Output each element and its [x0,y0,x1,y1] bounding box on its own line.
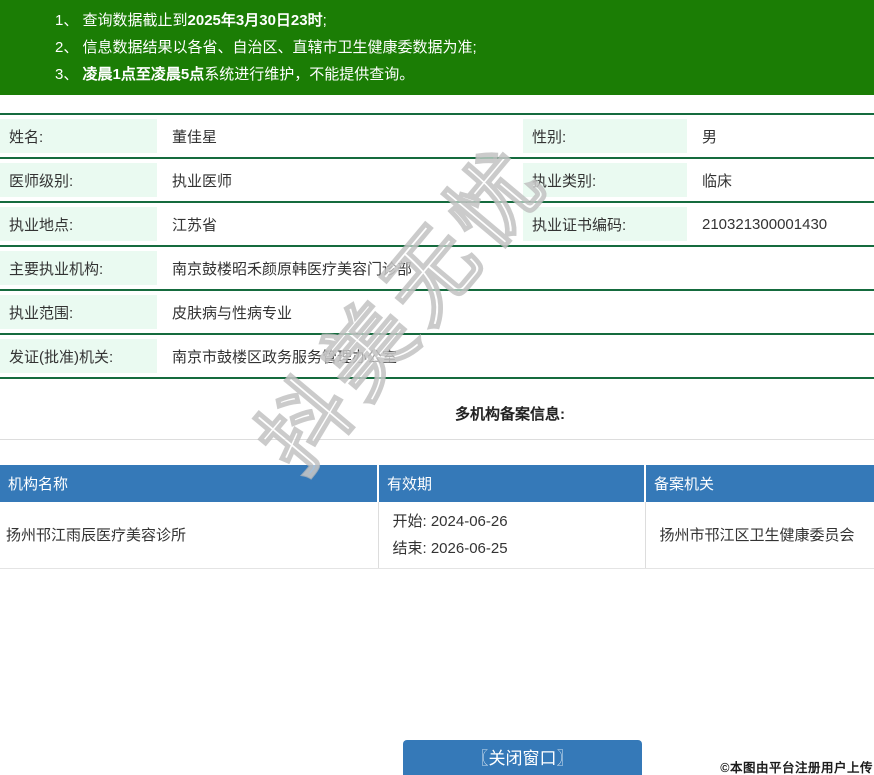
filing-col-validity: 有效期 [378,465,646,502]
table-row: 发证(批准)机关: 南京市鼓楼区政务服务管理办公室 [0,334,874,379]
practice-scope-label: 执业范围: [9,304,74,322]
notice-banner: 1、 查询数据截止到2025年3月30日23时; 2、 信息数据结果以各省、自治… [0,0,874,95]
name-label-cell: 姓名: [0,114,157,159]
license-query-result-page: 1、 查询数据截止到2025年3月30日23时; 2、 信息数据结果以各省、自治… [0,0,874,775]
notice-text: 系统进行维护，不能提供查询。 [204,66,415,83]
notice-text: 1、 查询数据截止到 [55,12,188,29]
notice-text-bold: 2025年3月30日23时 [187,12,323,29]
practice-scope-value: 皮肤病与性病专业 [157,290,874,335]
table-row: 姓名: 董佳星 性别: 男 [0,114,874,159]
practice-location-value: 江苏省 [157,202,523,247]
certificate-no-label: 执业证书编码: [532,216,627,234]
notice-item: 2、 信息数据结果以各省、自治区、直辖市卫生健康委数据为准; [0,34,874,61]
practitioner-info-table: 姓名: 董佳星 性别: 男 医师级别: 执业医师 执业类别: 临床 执业地点: … [0,113,874,379]
name-label: 姓名: [9,128,44,146]
table-row: 医师级别: 执业医师 执业类别: 临床 [0,158,874,203]
practice-category-label: 执业类别: [532,172,597,190]
notice-text: ; [322,12,327,29]
notice-text-bold: 凌晨1点至凌晨5点 [82,66,205,83]
practice-category-value: 临床 [687,158,874,203]
doctor-level-value: 执业医师 [157,158,523,203]
issuing-authority-label-cell: 发证(批准)机关: [0,334,157,379]
practice-category-label-cell: 执业类别: [523,158,687,203]
validity-end: 结束: 2026-06-25 [392,539,508,557]
filing-header-row: 机构名称 有效期 备案机关 [0,465,874,502]
practice-scope-label-cell: 执业范围: [0,290,157,335]
issuing-authority-value: 南京市鼓楼区政务服务管理办公室 [157,334,874,379]
multi-org-filing-heading: 多机构备案信息: [455,406,565,423]
filing-table: 机构名称 有效期 备案机关 扬州邗江雨辰医疗美容诊所 开始: 2024-06-2… [0,465,874,569]
filing-org-value: 扬州邗江雨辰医疗美容诊所 [0,502,379,569]
filing-col-authority: 备案机关 [645,465,874,502]
practice-location-label-cell: 执业地点: [0,202,157,247]
issuing-authority-label: 发证(批准)机关: [9,348,114,366]
validity-start: 开始: 2024-06-26 [392,512,508,530]
name-value: 董佳星 [157,114,523,159]
gender-label-cell: 性别: [523,114,687,159]
filing-authority-value: 扬州市邗江区卫生健康委员会 [645,502,874,569]
upload-credit: ©本图由平台注册用户上传 [720,761,873,775]
main-org-label-cell: 主要执业机构: [0,246,157,291]
table-row: 执业范围: 皮肤病与性病专业 [0,290,874,335]
multi-org-filing-section: 多机构备案信息: [0,392,874,440]
doctor-level-label: 医师级别: [9,172,74,190]
table-row: 执业地点: 江苏省 执业证书编码: 210321300001430 [0,202,874,247]
filing-row: 扬州邗江雨辰医疗美容诊所 开始: 2024-06-26 结束: 2026-06-… [0,502,874,569]
filing-col-org: 机构名称 [0,465,379,502]
close-window-button[interactable]: 〖关闭窗口〗 [403,740,642,775]
gender-label: 性别: [532,128,567,146]
practice-location-label: 执业地点: [9,216,74,234]
notice-text: 3、 [55,66,83,83]
main-org-value: 南京鼓楼昭禾颜原韩医疗美容门诊部 [157,246,874,291]
notice-item: 1、 查询数据截止到2025年3月30日23时; [0,7,874,34]
certificate-no-value: 210321300001430 [687,202,874,247]
notice-item: 3、 凌晨1点至凌晨5点系统进行维护，不能提供查询。 [0,61,874,88]
filing-validity-value: 开始: 2024-06-26 结束: 2026-06-25 [378,502,646,569]
table-row: 主要执业机构: 南京鼓楼昭禾颜原韩医疗美容门诊部 [0,246,874,291]
notice-text: 2、 信息数据结果以各省、自治区、直辖市卫生健康委数据为准; [55,39,477,56]
doctor-level-label-cell: 医师级别: [0,158,157,203]
certificate-no-label-cell: 执业证书编码: [523,202,687,247]
main-org-label: 主要执业机构: [9,260,104,278]
gender-value: 男 [687,114,874,159]
